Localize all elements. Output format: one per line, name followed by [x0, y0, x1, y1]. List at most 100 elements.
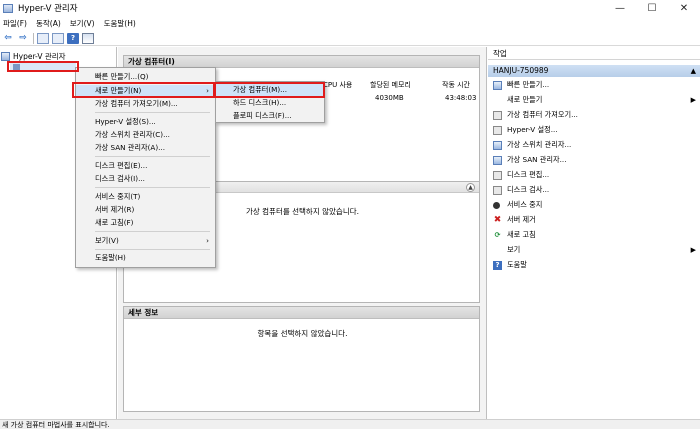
menu-bar: 파일(F) 동작(A) 보기(V) 도움말(H): [0, 16, 700, 31]
action-label: 서버 제거: [507, 215, 536, 224]
submenu-floppy-disk[interactable]: 플로피 디스크(F)...: [216, 110, 324, 122]
submenu-hard-disk[interactable]: 하드 디스크(H)...: [216, 97, 324, 109]
menu-separator: [95, 156, 210, 157]
annotation-box-vm: [213, 82, 325, 98]
cell-memory: 4030MB: [375, 94, 404, 102]
collapse-icon[interactable]: ▲: [466, 183, 475, 192]
col-cpu[interactable]: CPU 사용: [323, 80, 352, 90]
action-view[interactable]: 보기 ▶: [488, 244, 700, 256]
menu-separator: [95, 231, 210, 232]
col-memory[interactable]: 할당된 메모리: [370, 80, 411, 90]
action-import-vm[interactable]: 가상 컴퓨터 가져오기...: [488, 109, 700, 121]
details-panel: 세부 정보 항목을 선택하지 않았습니다.: [123, 306, 480, 412]
ctx-remove-server[interactable]: 서버 제거(R): [76, 204, 215, 216]
inspect-disk-icon: [493, 185, 502, 195]
action-label: 새로 만들기: [507, 95, 543, 104]
menu-action[interactable]: 동작(A): [36, 18, 61, 29]
col-uptime[interactable]: 작동 시간: [442, 80, 470, 90]
switch-icon: [493, 140, 502, 150]
actions-pane: 작업 HANJU-750989 ▲ 빠른 만들기... 새로 만들기 ▶ 가상 컴…: [488, 47, 700, 419]
help-icon[interactable]: ?: [67, 32, 79, 44]
san-icon: [493, 155, 502, 165]
action-inspect-disk[interactable]: 디스크 검사...: [488, 184, 700, 196]
menu-view[interactable]: 보기(V): [70, 18, 95, 29]
back-arrow-icon[interactable]: ⇦: [2, 33, 14, 44]
menu-separator: [95, 112, 210, 113]
details-panel-title: 세부 정보: [124, 307, 479, 319]
action-quick-create[interactable]: 빠른 만들기...: [488, 79, 700, 91]
hyperv-app-icon: [3, 3, 13, 13]
action-switch-manager[interactable]: 가상 스위치 관리자...: [488, 139, 700, 151]
console-icon[interactable]: [52, 32, 64, 44]
action-san-manager[interactable]: 가상 SAN 관리자...: [488, 154, 700, 166]
action-label: 가상 컴퓨터 가져오기...: [507, 110, 578, 119]
maximize-button[interactable]: ☐: [636, 0, 668, 16]
menu-separator: [95, 249, 210, 250]
toolbar: ⇦ ⇨ ?: [0, 31, 700, 46]
submenu-arrow-icon: ▶: [690, 246, 696, 254]
status-bar: 새 가상 컴퓨터 마법사를 표시합니다.: [0, 419, 700, 429]
action-label: 가상 SAN 관리자...: [507, 155, 567, 164]
minimize-button[interactable]: —: [604, 0, 636, 16]
action-label: 디스크 편집...: [507, 170, 550, 179]
show-tree-icon[interactable]: [37, 32, 49, 44]
refresh-icon: ⟳: [494, 231, 501, 239]
help-icon: ?: [493, 260, 502, 270]
forward-arrow-icon[interactable]: ⇨: [17, 33, 29, 44]
action-new[interactable]: 새로 만들기 ▶: [488, 94, 700, 106]
submenu-arrow-icon: ▶: [690, 96, 696, 104]
action-pane-icon[interactable]: [82, 32, 94, 44]
menu-help[interactable]: 도움말(H): [104, 18, 136, 29]
annotation-box-server: [7, 61, 79, 72]
host-name: HANJU-750989: [493, 66, 549, 75]
ctx-view-label: 보기(V): [95, 236, 119, 245]
hyperv-manager-icon: [1, 52, 10, 61]
action-remove-server[interactable]: ✖ 서버 제거: [488, 214, 700, 226]
action-stop-service[interactable]: 서비스 중지: [488, 199, 700, 211]
ctx-edit-disk[interactable]: 디스크 편집(E)...: [76, 160, 215, 172]
action-label: 디스크 검사...: [507, 185, 550, 194]
ctx-san-manager[interactable]: 가상 SAN 관리자(A)...: [76, 142, 215, 154]
quick-create-icon: [493, 80, 502, 90]
ctx-import-vm[interactable]: 가상 컴퓨터 가져오기(M)...: [76, 98, 215, 110]
action-label: 도움말: [507, 260, 527, 269]
window-title: Hyper-V 관리자: [18, 4, 78, 14]
toolbar-separator: [33, 32, 34, 44]
action-refresh[interactable]: ⟳ 새로 고침: [488, 229, 700, 241]
action-label: Hyper-V 설정...: [507, 125, 558, 134]
edit-disk-icon: [493, 170, 502, 180]
submenu-arrow-icon: ›: [206, 236, 209, 245]
blank-icon: [493, 246, 502, 255]
window-controls: — ☐ ✕: [604, 0, 700, 16]
menu-separator: [95, 187, 210, 188]
action-label: 가상 스위치 관리자...: [507, 140, 572, 149]
actions-list: 빠른 만들기... 새로 만들기 ▶ 가상 컴퓨터 가져오기... Hyper-V…: [488, 77, 700, 271]
settings-icon: [493, 125, 502, 135]
action-label: 보기: [507, 245, 521, 254]
actions-host-header[interactable]: HANJU-750989 ▲: [488, 65, 700, 77]
import-icon: [493, 110, 502, 120]
stop-icon: [493, 201, 500, 209]
ctx-inspect-disk[interactable]: 디스크 검사(I)...: [76, 173, 215, 185]
no-item-message: 항목을 선택하지 않았습니다.: [257, 329, 348, 338]
remove-icon: ✖: [493, 215, 502, 225]
ctx-switch-manager[interactable]: 가상 스위치 관리자(C)...: [76, 129, 215, 141]
ctx-help[interactable]: 도움말(H): [76, 252, 215, 264]
ctx-stop-service[interactable]: 서비스 중지(T): [76, 191, 215, 203]
action-edit-disk[interactable]: 디스크 편집...: [488, 169, 700, 181]
collapse-up-icon[interactable]: ▲: [691, 65, 696, 77]
action-label: 새로 고침: [507, 230, 536, 239]
title-bar: Hyper-V 관리자 — ☐ ✕: [0, 0, 700, 16]
blank-icon: [493, 96, 502, 105]
cell-uptime: 43:48:03: [445, 94, 477, 102]
ctx-view[interactable]: 보기(V) ›: [76, 235, 215, 247]
action-hyperv-settings[interactable]: Hyper-V 설정...: [488, 124, 700, 136]
ctx-refresh[interactable]: 새로 고침(F): [76, 217, 215, 229]
action-label: 서비스 중지: [507, 200, 543, 209]
action-help[interactable]: ? 도움말: [488, 259, 700, 271]
close-button[interactable]: ✕: [668, 0, 700, 16]
ctx-hyperv-settings[interactable]: Hyper-V 설정(S)...: [76, 116, 215, 128]
actions-header: 작업: [488, 47, 700, 60]
action-label: 빠른 만들기...: [507, 80, 550, 89]
menu-file[interactable]: 파일(F): [3, 18, 27, 29]
